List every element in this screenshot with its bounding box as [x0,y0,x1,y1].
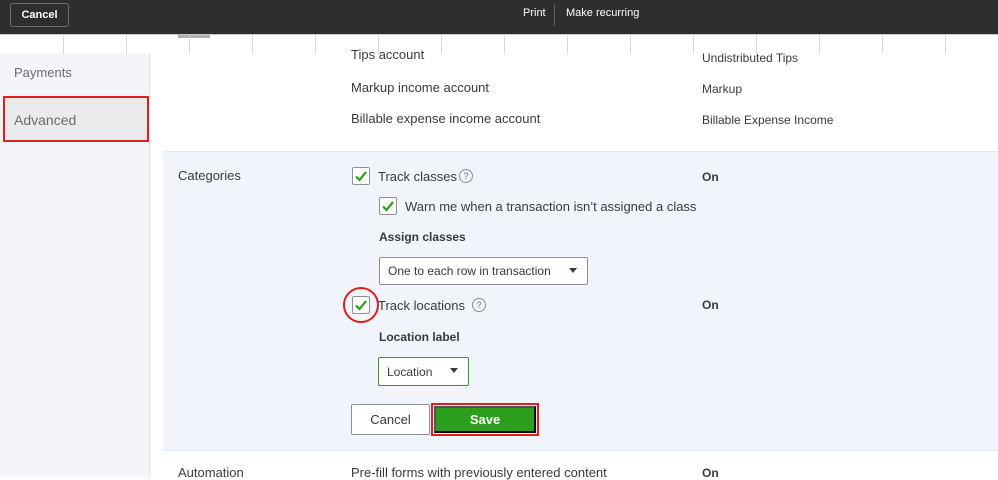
grid-divider [630,35,631,54]
grid-divider [819,35,820,54]
assign-classes-value: One to each row in transaction [388,264,551,278]
grid-divider [882,35,883,54]
make-recurring-link[interactable]: Make recurring [566,7,639,19]
tips-account-label: Tips account [351,47,425,62]
prefill-forms-label: Pre-fill forms with previously entered c… [351,465,607,480]
warn-class-checkbox[interactable] [379,197,397,215]
track-classes-checkbox[interactable] [352,167,370,185]
location-label-value: Location [387,364,433,379]
billable-expense-account-label: Billable expense income account [351,111,541,126]
assign-classes-label: Assign classes [379,230,466,244]
billable-expense-account-value: Billable Expense Income [702,113,834,127]
warn-class-label: Warn me when a transaction isn’t assigne… [405,199,697,214]
track-locations-label: Track locations [378,298,465,313]
track-classes-label: Track classes [378,169,457,184]
grid-divider [567,35,568,54]
prefill-forms-status: On [702,466,719,480]
grid-tab-marker [178,35,210,38]
grid-divider [315,35,316,54]
grid-divider [945,35,946,54]
help-icon[interactable]: ? [472,298,486,312]
grid-divider [441,35,442,54]
grid-divider [252,35,253,54]
settings-sidebar: Payments Advanced [0,53,150,477]
location-label-heading: Location label [379,330,460,344]
grid-divider [693,35,694,54]
grid-divider [126,35,127,54]
categories-section [163,151,998,450]
grid-divider [504,35,505,54]
save-button[interactable]: Save [434,406,536,433]
sidebar-item-payments[interactable]: Payments [14,65,72,80]
location-label-select[interactable]: Location [378,357,469,386]
highlight-circle [343,287,379,323]
help-icon[interactable]: ? [459,169,473,183]
topbar-divider [554,4,555,26]
assign-classes-select[interactable]: One to each row in transaction [379,257,588,285]
checkmark-icon [355,171,367,182]
print-link[interactable]: Print [523,7,546,19]
markup-account-value: Markup [702,82,743,96]
cancel-button[interactable]: Cancel [10,3,69,27]
checkmark-icon [382,201,394,212]
track-classes-status: On [702,170,719,184]
categories-cancel-button[interactable]: Cancel [351,404,430,435]
top-bar: Cancel Print Make recurring [0,0,998,34]
grid-divider [63,35,64,54]
accounts-section [150,53,998,151]
background-grid-strip [0,34,998,54]
automation-title: Automation [178,465,244,480]
tips-account-value: Undistributed Tips [702,51,799,65]
chevron-down-icon [450,368,458,373]
markup-account-label: Markup income account [351,80,490,95]
track-locations-status: On [702,298,719,312]
categories-title: Categories [178,168,241,183]
chevron-down-icon [569,268,577,273]
sidebar-item-advanced[interactable]: Advanced [3,96,149,142]
